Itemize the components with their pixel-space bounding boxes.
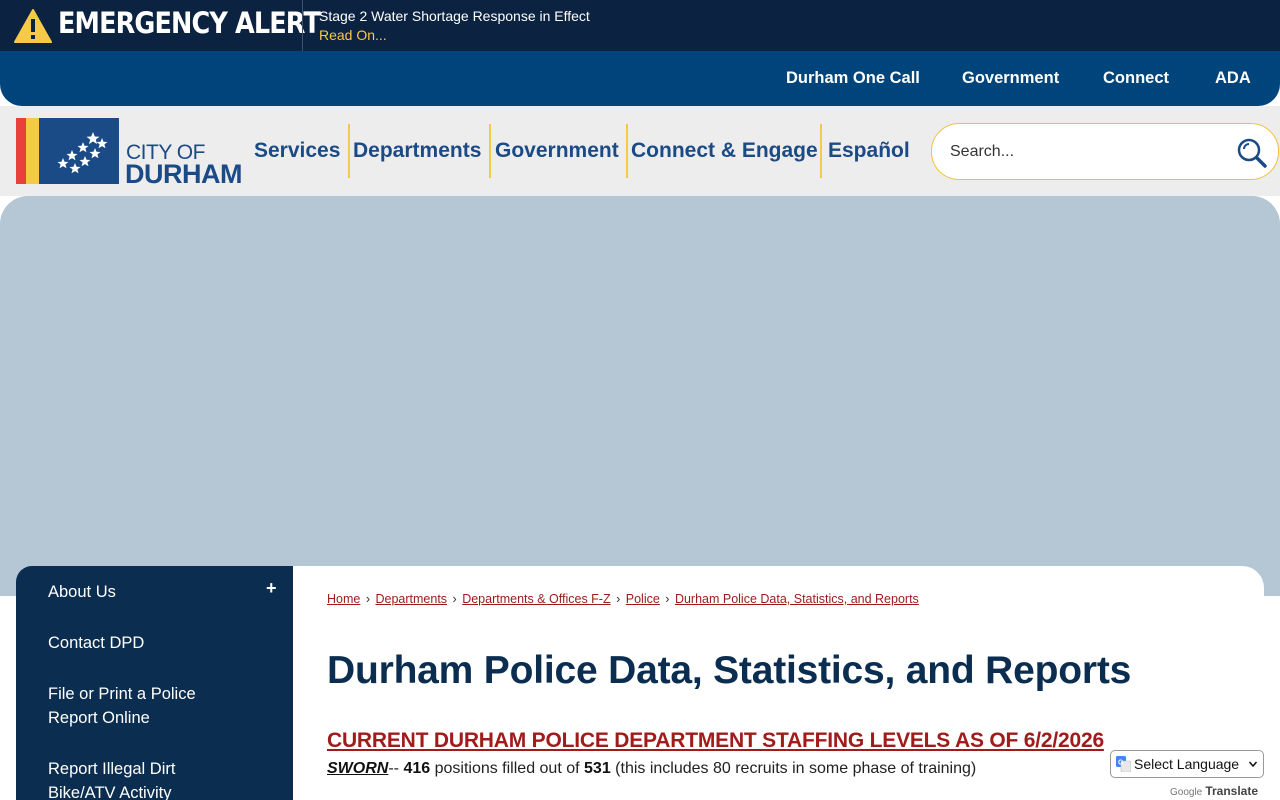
- sworn-label: SWORN: [327, 760, 389, 777]
- city-of-durham-logo[interactable]: CITY OF DURHAM: [16, 118, 242, 188]
- nav-separator: [626, 124, 628, 178]
- search-icon[interactable]: [1236, 137, 1268, 169]
- google-logo-text: Google: [1170, 787, 1203, 798]
- breadcrumb-home[interactable]: Home: [327, 592, 360, 606]
- site-header: CITY OF DURHAM Services Departments Gove…: [0, 106, 1280, 196]
- alert-read-on-link[interactable]: Read On...: [319, 27, 387, 43]
- alert-message: Stage 2 Water Shortage Response in Effec…: [319, 8, 590, 24]
- nav-separator: [820, 124, 822, 178]
- logo-durham-text: DURHAM: [125, 159, 242, 189]
- nav-services[interactable]: Services: [254, 139, 340, 162]
- sidebar-item-contact-dpd[interactable]: Contact DPD: [48, 631, 248, 655]
- breadcrumb-current-page[interactable]: Durham Police Data, Statistics, and Repo…: [675, 592, 919, 606]
- logo-stars-icon: [39, 118, 119, 184]
- emergency-alert-bar: EMERGENCY ALERT Stage 2 Water Shortage R…: [0, 0, 1280, 51]
- sidebar-item-report-dirt-bike[interactable]: Report Illegal Dirt Bike/ATV Activity: [48, 757, 198, 800]
- hero-banner: [0, 196, 1280, 596]
- sworn-total-count: 531: [584, 760, 611, 777]
- sworn-text-1: positions filled out of: [430, 760, 585, 777]
- logo-stripe-yellow: [26, 118, 39, 184]
- page-title: Durham Police Data, Statistics, and Repo…: [327, 649, 1132, 692]
- alert-title: EMERGENCY ALERT: [58, 6, 321, 40]
- staffing-levels-heading[interactable]: CURRENT DURHAM POLICE DEPARTMENT STAFFIN…: [327, 729, 1104, 753]
- nav-separator: [348, 124, 350, 178]
- nav-departments[interactable]: Departments: [353, 139, 481, 162]
- powered-by-google-translate: Google Translate: [1170, 784, 1258, 798]
- utility-link-government[interactable]: Government: [962, 69, 1059, 88]
- breadcrumb-departments[interactable]: Departments: [375, 592, 447, 606]
- breadcrumb: Home › Departments › Departments & Offic…: [327, 592, 919, 606]
- search-box: [931, 123, 1279, 180]
- nav-government[interactable]: Government: [495, 139, 619, 162]
- utility-nav: Durham One Call Government Connect ADA: [0, 51, 1280, 106]
- language-select[interactable]: G Select Language: [1110, 750, 1264, 778]
- nav-connect-engage[interactable]: Connect & Engage: [631, 139, 818, 162]
- sidebar-item-about-us[interactable]: About Us: [48, 580, 248, 604]
- google-translate-icon: G: [1116, 756, 1131, 772]
- sworn-filled-count: 416: [403, 760, 431, 777]
- sworn-dash: --: [388, 760, 404, 777]
- breadcrumb-separator: ›: [616, 592, 621, 606]
- breadcrumb-departments-offices[interactable]: Departments & Offices F-Z: [462, 592, 610, 606]
- breadcrumb-separator: ›: [365, 592, 370, 606]
- nav-separator: [489, 124, 491, 178]
- translate-link[interactable]: Translate: [1205, 784, 1258, 798]
- alert-divider: [302, 0, 303, 51]
- utility-link-durham-one-call[interactable]: Durham One Call: [786, 69, 920, 88]
- sidebar-item-file-police-report[interactable]: File or Print a Police Report Online: [48, 682, 218, 730]
- breadcrumb-police[interactable]: Police: [626, 592, 660, 606]
- svg-text:G: G: [1118, 760, 1124, 767]
- chevron-down-icon: [1249, 761, 1257, 768]
- utility-link-connect[interactable]: Connect: [1103, 69, 1169, 88]
- sidebar-nav: About Us + Contact DPD File or Print a P…: [16, 566, 293, 800]
- warning-icon: [14, 9, 52, 43]
- breadcrumb-separator: ›: [452, 592, 457, 606]
- logo-stripe-red: [16, 118, 26, 184]
- search-input[interactable]: [950, 140, 1220, 164]
- sworn-text-2: (this includes 80 recruits in some phase…: [610, 760, 977, 777]
- expand-plus-icon[interactable]: +: [266, 578, 277, 599]
- utility-link-ada[interactable]: ADA: [1215, 69, 1251, 88]
- language-select-label: Select Language: [1134, 756, 1240, 772]
- nav-espanol[interactable]: Español: [828, 139, 910, 162]
- sworn-staffing-line: SWORN-- 416 positions filled out of 531 …: [327, 760, 976, 778]
- breadcrumb-separator: ›: [665, 592, 670, 606]
